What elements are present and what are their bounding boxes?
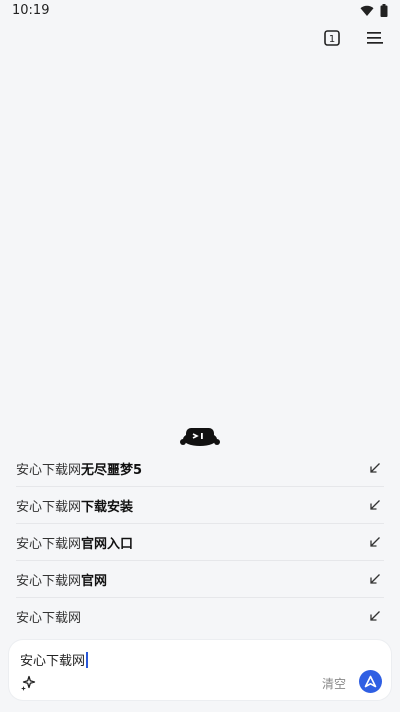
- menu-button[interactable]: [364, 28, 386, 48]
- suggestion-text: 安心下载网下载安装: [16, 499, 134, 515]
- mascot-logo: [180, 428, 220, 446]
- fill-query-arrow-icon[interactable]: [368, 535, 382, 549]
- suggestion-item[interactable]: 安心下载网下载安装: [16, 487, 384, 524]
- sparkle-icon[interactable]: [19, 674, 37, 692]
- suggestion-text: 安心下载网官网入口: [16, 536, 134, 552]
- arrow-up-icon: [364, 675, 377, 688]
- search-input-value: 安心下载网: [20, 654, 86, 669]
- search-input[interactable]: 安心下载网: [20, 650, 89, 669]
- status-time: 10:19: [12, 3, 50, 18]
- tabs-icon: 1: [324, 30, 340, 46]
- text-caret: [86, 651, 89, 668]
- status-bar: 10:19: [0, 0, 400, 22]
- fill-query-arrow-icon[interactable]: [368, 609, 382, 623]
- tab-count: 1: [329, 34, 335, 45]
- top-actions: 1: [322, 28, 386, 48]
- suggestion-list: 安心下载网无尽噩梦5 安心下载网下载安装 安心下载网官网入口 安心下载网官网 安…: [0, 450, 400, 634]
- suggestion-item[interactable]: 安心下载网官网: [16, 561, 384, 598]
- suggestion-item[interactable]: 安心下载网官网入口: [16, 524, 384, 561]
- wifi-icon: [360, 5, 374, 16]
- suggestion-text: 安心下载网: [16, 610, 82, 626]
- suggestion-item[interactable]: 安心下载网无尽噩梦5: [16, 450, 384, 487]
- suggestion-item[interactable]: 安心下载网: [16, 598, 384, 634]
- suggestion-text: 安心下载网无尽噩梦5: [16, 462, 143, 478]
- fill-query-arrow-icon[interactable]: [368, 498, 382, 512]
- suggestion-text: 安心下载网官网: [16, 573, 108, 589]
- fill-query-arrow-icon[interactable]: [368, 461, 382, 475]
- fill-query-arrow-icon[interactable]: [368, 572, 382, 586]
- status-icons: [360, 4, 388, 17]
- clear-button[interactable]: 清空: [322, 675, 346, 692]
- menu-icon: [367, 32, 383, 44]
- battery-icon: [380, 4, 388, 17]
- search-box: 安心下载网 清空: [9, 640, 391, 700]
- search-go-button[interactable]: [359, 670, 382, 693]
- tab-switcher-button[interactable]: 1: [322, 28, 342, 48]
